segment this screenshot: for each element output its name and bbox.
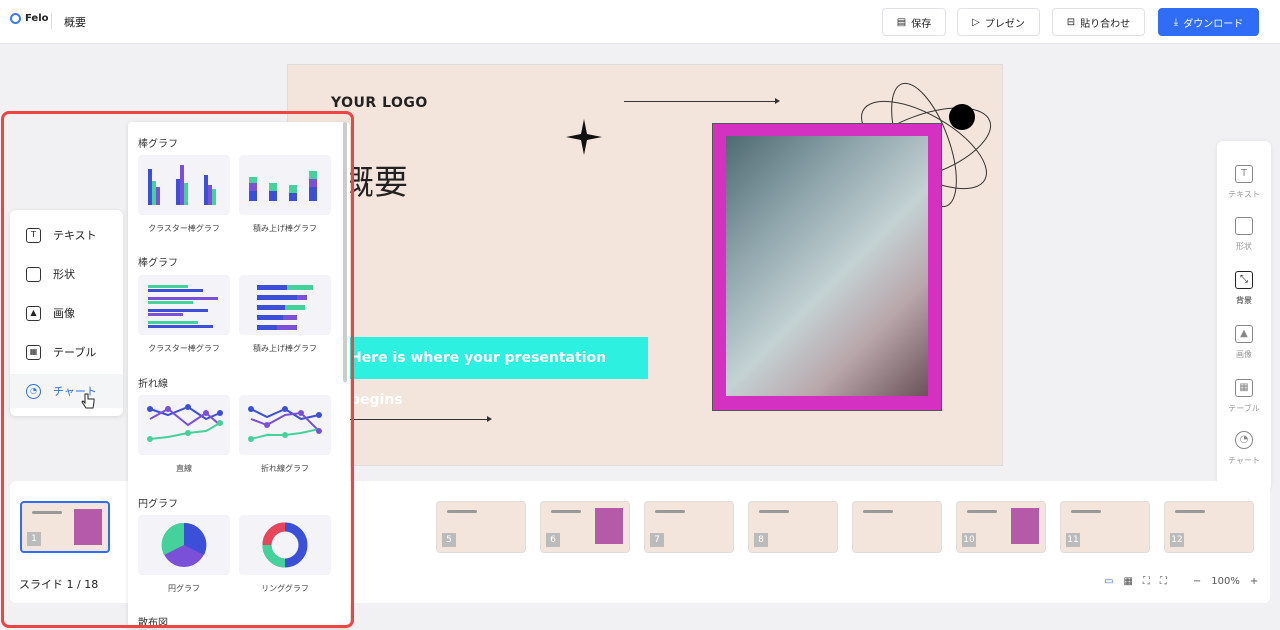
slide-thumbnail-5[interactable]: 5: [436, 501, 526, 553]
thumb-text: [551, 510, 581, 513]
right-tool-image[interactable]: ▲ 画像: [1217, 325, 1271, 360]
thumb-text: [447, 510, 477, 513]
divider: [51, 13, 52, 29]
play-icon: ▷: [972, 16, 980, 28]
thumb-image: [595, 508, 623, 544]
fit-icon[interactable]: ⛶: [1143, 576, 1150, 587]
right-tool-label: 形状: [1236, 242, 1252, 251]
right-tool-label: チャート: [1228, 456, 1260, 465]
slide-thumbnail-6[interactable]: 6: [540, 501, 630, 553]
present-label: プレゼン: [984, 18, 1025, 30]
zoom-level: 100%: [1211, 576, 1240, 587]
thumb-number: 12: [1170, 533, 1184, 547]
shape-icon: [1235, 217, 1253, 235]
thumb-number: 11: [1066, 533, 1080, 547]
slide-thumbnail-8[interactable]: 8: [748, 501, 838, 553]
slide-logo-text[interactable]: YOUR LOGO: [331, 95, 428, 111]
paste-button[interactable]: ⊟ 貼り合わせ: [1052, 8, 1145, 36]
slide-thumbnail-11[interactable]: 11: [1060, 501, 1150, 553]
download-icon: ⤓: [1173, 16, 1179, 28]
slide-subtitle[interactable]: Here is where your presentation begins: [338, 337, 648, 408]
right-tool-label: 背景: [1236, 296, 1252, 305]
right-tool-shape[interactable]: 形状: [1217, 217, 1271, 252]
right-tool-label: テーブル: [1228, 404, 1260, 413]
view-controls: ▭ ▦ ⛶ ⛶ −100% +: [1104, 576, 1258, 587]
thumb-text: [759, 510, 789, 513]
right-tool-table[interactable]: ▦ テーブル: [1217, 379, 1271, 414]
document-title[interactable]: 概要: [64, 14, 86, 30]
sparkle-icon: [566, 119, 602, 155]
thumb-text: [1071, 510, 1101, 513]
slide-thumbnail-9[interactable]: [852, 501, 942, 553]
slide-thumbnail-7[interactable]: 7: [644, 501, 734, 553]
filmstrip-view-icon[interactable]: ▭: [1104, 576, 1113, 587]
thumb-number: 5: [442, 533, 456, 547]
app-logo[interactable]: Felo: [10, 13, 49, 24]
image-icon: ▲: [1235, 325, 1253, 343]
download-button[interactable]: ⤓ ダウンロード: [1158, 8, 1259, 36]
right-tool-chart[interactable]: ◔ チャート: [1217, 431, 1271, 466]
background-icon: ⤡: [1235, 271, 1253, 289]
text-icon: T: [1235, 165, 1253, 183]
right-tool-background[interactable]: ⤡ 背景: [1217, 271, 1271, 306]
paste-icon: ⊟: [1066, 16, 1076, 28]
vr-photo[interactable]: [726, 136, 928, 396]
top-bar: Felo 概要 ▤ 保存 ▷ プレゼン ⊟ 貼り合わせ ⤓ ダウンロード: [0, 0, 1280, 44]
thumb-text: [1175, 510, 1205, 513]
decorative-arrow: [624, 98, 780, 104]
save-label: 保存: [911, 18, 932, 30]
zoom-out-icon[interactable]: −: [1193, 576, 1201, 587]
save-icon: ▤: [896, 16, 907, 28]
table-icon: ▦: [1235, 379, 1253, 397]
thumb-image: [1011, 508, 1039, 544]
right-tool-text[interactable]: T テキスト: [1217, 165, 1271, 200]
thumb-text: [863, 510, 893, 513]
download-label: ダウンロード: [1183, 18, 1244, 30]
thumb-number: 10: [962, 533, 976, 547]
paste-label: 貼り合わせ: [1080, 18, 1131, 30]
chart-icon: ◔: [1235, 431, 1253, 449]
slide-thumbnail-10[interactable]: 10: [956, 501, 1046, 553]
thumb-number: 7: [650, 533, 664, 547]
slide-canvas[interactable]: YOUR LOGO 概要 Here is where your presenta…: [287, 64, 1003, 466]
fullscreen-icon[interactable]: ⛶: [1160, 576, 1167, 587]
save-button[interactable]: ▤ 保存: [882, 8, 946, 36]
zoom-in-icon[interactable]: +: [1250, 576, 1258, 587]
highlight-box: [1, 111, 354, 628]
app-name: Felo: [25, 13, 49, 24]
felo-logo-icon: [10, 13, 21, 24]
thumb-text: [655, 510, 685, 513]
slide-thumbnail-12[interactable]: 12: [1164, 501, 1254, 553]
right-tool-label: テキスト: [1228, 190, 1260, 199]
thumb-number: 6: [546, 533, 560, 547]
thumb-text: [967, 510, 997, 513]
present-button[interactable]: ▷ プレゼン: [957, 8, 1040, 36]
right-tool-panel: T テキスト 形状 ⤡ 背景 ▲ 画像 ▦ テーブル ◔ チャート: [1217, 141, 1271, 491]
thumb-number: 8: [754, 533, 768, 547]
grid-view-icon[interactable]: ▦: [1123, 576, 1132, 587]
right-tool-label: 画像: [1236, 350, 1252, 359]
